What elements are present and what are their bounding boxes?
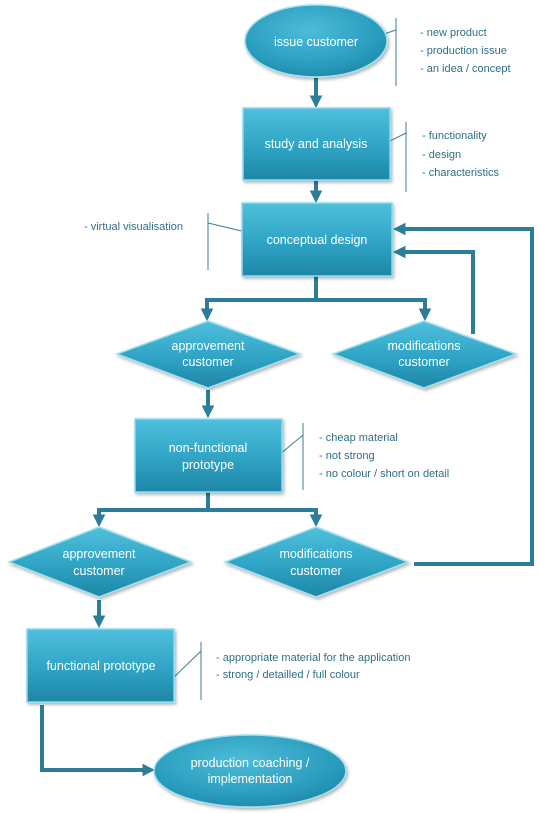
note-concept-item: - virtual visualisation <box>84 221 183 233</box>
note-study-item: - characteristics <box>422 167 500 179</box>
edge-nonfunctional-to-approvement-2 <box>92 492 210 528</box>
note-study-analysis: - functionality - design - characteristi… <box>422 130 500 179</box>
leader-functional <box>171 650 202 680</box>
note-non-functional: - cheap material - not strong - no colou… <box>319 432 449 480</box>
note-issue-item: - new product <box>420 27 487 39</box>
node-modifications-1: modifications customer <box>330 320 519 389</box>
node-approvement-2-line-1: approvement <box>63 547 136 561</box>
edge-functional-to-production <box>40 705 156 777</box>
note-study-item: - design <box>422 149 461 161</box>
note-functional-item: - strong / detailled / full colour <box>216 669 360 681</box>
node-issue-customer: issue customer <box>244 4 388 78</box>
edge-concept-to-modifications-1 <box>316 298 432 322</box>
node-approvement-2: approvement customer <box>6 526 194 598</box>
note-functional: - appropriate material for the applicati… <box>216 652 410 681</box>
node-modifications-2-line-1: modifications <box>280 547 353 561</box>
node-modifications-1-line-2: customer <box>398 355 449 369</box>
node-functional-prototype: functional prototype <box>26 628 175 703</box>
node-study-analysis: study and analysis <box>242 107 391 181</box>
node-issue-customer-label: issue customer <box>274 35 358 49</box>
edge-modifications-2-to-concept <box>392 222 534 566</box>
note-issue-item: - production issue <box>420 45 507 57</box>
node-study-analysis-label: study and analysis <box>265 137 368 151</box>
node-conceptual-design: conceptual design <box>241 202 393 277</box>
note-conceptual-design: - virtual visualisation <box>84 221 183 233</box>
node-production-line-2: implementation <box>208 772 293 786</box>
note-issue-customer: - new product - production issue - an id… <box>420 27 511 75</box>
note-nonfunctional-item: - cheap material <box>319 432 398 444</box>
node-production-coaching: production coaching / implementation <box>153 734 347 808</box>
node-functional-prototype-label: functional prototype <box>46 659 155 673</box>
node-approvement-1: approvement customer <box>114 320 303 389</box>
note-nonfunctional-item: - no colour / short on detail <box>319 468 449 480</box>
node-modifications-2-line-2: customer <box>290 564 341 578</box>
node-approvement-1-line-1: approvement <box>172 339 245 353</box>
node-non-functional-prototype: non-functional prototype <box>134 418 283 493</box>
edge-nonfunctional-to-modifications-2 <box>208 508 323 528</box>
edge-concept-to-approvement-1 <box>200 276 318 322</box>
node-modifications-2: modifications customer <box>222 526 411 598</box>
note-issue-item: - an idea / concept <box>420 63 511 75</box>
node-approvement-2-line-2: customer <box>73 564 124 578</box>
note-functional-item: - appropriate material for the applicati… <box>216 652 410 664</box>
node-non-functional-line-1: non-functional <box>169 441 248 455</box>
note-nonfunctional-item: - not strong <box>319 450 375 462</box>
edge-modifications-1-to-concept <box>392 245 475 334</box>
node-production-line-1: production coaching / <box>191 756 310 770</box>
node-conceptual-design-label: conceptual design <box>267 233 368 247</box>
node-approvement-1-line-2: customer <box>182 355 233 369</box>
note-study-item: - functionality <box>422 130 487 142</box>
node-modifications-1-line-1: modifications <box>388 339 461 353</box>
flowchart-canvas: issue customer study and analysis concep… <box>6 4 534 808</box>
node-non-functional-line-2: prototype <box>182 458 234 472</box>
